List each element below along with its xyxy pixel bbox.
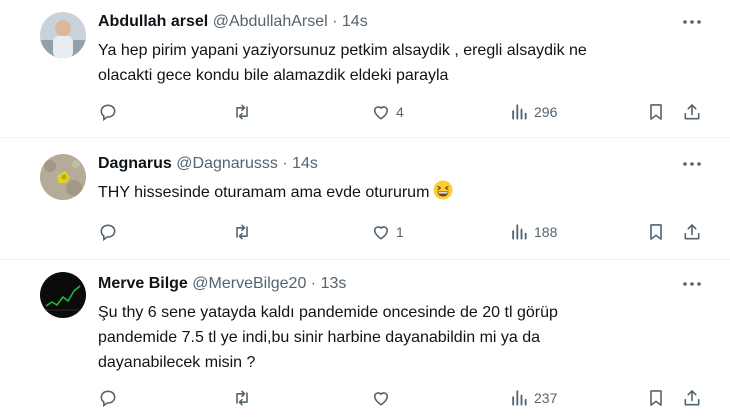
user-handle[interactable]: @MerveBilge20: [192, 275, 306, 292]
grinning-squinting-face-emoji: [433, 180, 453, 200]
tweet-text-line: olacakti gece kondu bile alamazdik eldek…: [98, 67, 449, 84]
view-count: 237: [534, 390, 558, 406]
display-name[interactable]: Abdullah arsel: [98, 13, 208, 30]
tweet-text: THY hissesinde oturamam ama evde otururu…: [98, 180, 688, 205]
separator-dot: ·: [310, 275, 317, 292]
reply-button[interactable]: [98, 386, 123, 410]
like-button[interactable]: 1: [371, 220, 404, 244]
separator-dot: ·: [282, 155, 288, 172]
tweet-text-line: Ya hep pirim yapani yaziyorsunuz petkim …: [98, 42, 587, 59]
tweet[interactable]: Abdullah arsel @AbdullahArsel · 14s Ya h…: [0, 0, 730, 138]
display-name[interactable]: Dagnarus: [98, 155, 172, 172]
retweet-icon: [236, 224, 248, 240]
more-icon[interactable]: [682, 276, 702, 292]
timestamp[interactable]: 14s: [342, 13, 368, 30]
user-handle[interactable]: @Dagnarusss: [176, 155, 278, 172]
like-icon: [373, 392, 389, 406]
retweet-button[interactable]: [232, 100, 257, 124]
bookmark-button[interactable]: [646, 386, 666, 410]
separator-dot: ·: [332, 13, 338, 30]
display-name[interactable]: Merve Bilge: [98, 275, 188, 292]
tweet-text: Şu thy 6 sene yatayda kaldı pandemide on…: [98, 300, 688, 375]
tweet-actions: 237: [98, 386, 718, 410]
view-count: 296: [534, 104, 558, 120]
retweet-button[interactable]: [232, 386, 257, 410]
reply-icon: [100, 224, 116, 242]
bookmark-button[interactable]: [646, 100, 666, 124]
view-count: 188: [534, 224, 558, 240]
tweet-actions: 1 188: [98, 220, 718, 244]
like-count: 4: [396, 104, 404, 120]
retweet-icon: [236, 104, 248, 120]
timestamp[interactable]: 13s: [321, 275, 347, 292]
bookmark-icon: [650, 390, 662, 406]
avatar[interactable]: [40, 154, 86, 200]
tweet-header: Abdullah arsel @AbdullahArsel · 14s: [98, 12, 368, 32]
tweet-text-line: dayanabilecek misin ?: [98, 354, 256, 371]
bookmark-icon: [650, 224, 662, 240]
reply-icon: [100, 390, 116, 408]
bookmark-button[interactable]: [646, 220, 666, 244]
avatar[interactable]: [40, 12, 86, 58]
share-icon: [684, 390, 700, 406]
reply-button[interactable]: [98, 100, 123, 124]
tweet[interactable]: Merve Bilge @MerveBilge20 · 13s Şu thy 6…: [0, 260, 730, 420]
share-button[interactable]: [682, 100, 702, 124]
bookmark-icon: [650, 104, 662, 120]
share-button[interactable]: [682, 386, 702, 410]
views-button[interactable]: 188: [509, 220, 557, 244]
avatar[interactable]: [40, 272, 86, 318]
like-button[interactable]: [371, 386, 396, 410]
like-icon: [373, 106, 389, 120]
tweet-text-line: Şu thy 6 sene yatayda kaldı pandemide on…: [98, 304, 558, 321]
retweet-button[interactable]: [232, 220, 257, 244]
timestamp[interactable]: 14s: [292, 155, 318, 172]
views-icon: [512, 104, 527, 120]
views-icon: [512, 390, 527, 406]
tweet-header: Merve Bilge @MerveBilge20 · 13s: [98, 274, 346, 294]
share-icon: [684, 104, 700, 120]
tweet-header: Dagnarus @Dagnarusss · 14s: [98, 154, 318, 174]
retweet-icon: [236, 390, 248, 406]
user-handle[interactable]: @AbdullahArsel: [213, 13, 328, 30]
share-button[interactable]: [682, 220, 702, 244]
tweet[interactable]: Dagnarus @Dagnarusss · 14s THY hissesind…: [0, 138, 730, 260]
views-icon: [512, 224, 527, 240]
views-button[interactable]: 296: [509, 100, 557, 124]
more-icon[interactable]: [682, 156, 702, 172]
reply-icon: [100, 104, 116, 122]
tweet-text-line: THY hissesinde oturamam ama evde otururu…: [98, 184, 430, 201]
reply-button[interactable]: [98, 220, 123, 244]
like-icon: [373, 226, 389, 240]
tweet-actions: 4 296: [98, 100, 718, 124]
share-icon: [684, 224, 700, 240]
like-count: 1: [396, 224, 404, 240]
tweet-text: Ya hep pirim yapani yaziyorsunuz petkim …: [98, 38, 688, 88]
views-button[interactable]: 237: [509, 386, 557, 410]
like-button[interactable]: 4: [371, 100, 404, 124]
tweet-text-line: pandemide 7.5 tl ye indi,bu sinir harbin…: [98, 329, 541, 346]
more-icon[interactable]: [682, 14, 702, 30]
